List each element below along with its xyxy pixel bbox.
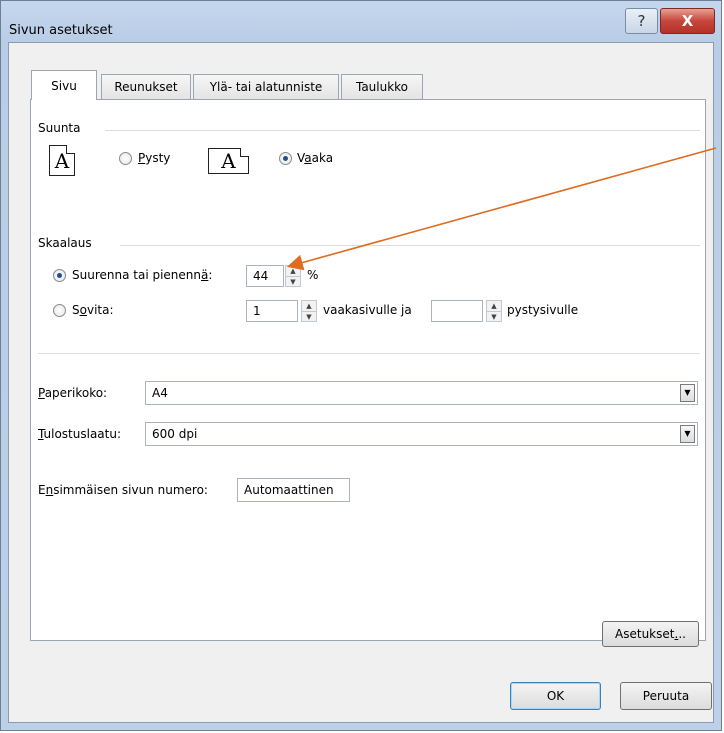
tab-page[interactable]: Sivu <box>31 70 97 100</box>
ok-button[interactable]: OK <box>510 682 601 710</box>
tab-panel-page <box>30 99 706 641</box>
portrait-radio[interactable] <box>119 152 132 165</box>
fit-to-label[interactable]: Sovita: <box>72 303 114 317</box>
orientation-separator <box>105 130 700 131</box>
tab-margins[interactable]: Reunukset <box>101 74 191 99</box>
scaling-separator <box>120 245 700 246</box>
spin-up-icon[interactable]: ▲ <box>286 266 300 277</box>
paper-size-value: A4 <box>152 386 168 400</box>
close-icon: X <box>681 12 694 30</box>
portrait-label[interactable]: Pysty <box>138 151 170 165</box>
landscape-label[interactable]: Vaaka <box>297 151 333 165</box>
spin-down-icon[interactable]: ▼ <box>286 277 300 287</box>
spin-down-icon[interactable]: ▼ <box>487 312 501 322</box>
cancel-button[interactable]: Peruuta <box>620 682 712 710</box>
options-button[interactable]: Asetukset... <box>602 621 699 647</box>
help-icon: ? <box>637 12 646 30</box>
scaling-group-label: Skaalaus <box>38 236 92 250</box>
paper-size-label: Paperikoko: <box>38 386 108 400</box>
print-quality-select[interactable]: 600 dpi ▼ <box>145 422 698 446</box>
dialog-title: Sivun asetukset <box>9 23 113 38</box>
print-quality-label: Tulostuslaatu: <box>38 427 122 441</box>
spin-down-icon[interactable]: ▼ <box>302 312 316 322</box>
landscape-page-icon: A <box>208 148 249 174</box>
fit-to-radio[interactable] <box>53 304 66 317</box>
percent-unit: % <box>307 268 319 282</box>
adjust-to-radio[interactable] <box>53 269 66 282</box>
adjust-to-label[interactable]: Suurenna tai pienennä: <box>72 268 212 282</box>
pages-tall-label: pystysivulle <box>507 303 579 317</box>
paper-size-select[interactable]: A4 ▼ <box>145 381 698 405</box>
landscape-radio[interactable] <box>279 152 292 165</box>
tab-header-footer[interactable]: Ylä- tai alatunniste <box>193 74 339 99</box>
spin-up-icon[interactable]: ▲ <box>487 301 501 312</box>
help-button[interactable]: ? <box>625 8 658 34</box>
adjust-percent-spinner[interactable]: ▲ ▼ <box>285 265 301 287</box>
pages-tall-input[interactable] <box>431 300 483 322</box>
adjust-percent-input[interactable]: 44 <box>246 265 284 287</box>
chevron-down-icon[interactable]: ▼ <box>680 425 695 443</box>
chevron-down-icon[interactable]: ▼ <box>680 384 695 402</box>
portrait-page-icon: A <box>49 145 75 176</box>
pages-wide-input[interactable]: 1 <box>246 300 298 322</box>
pages-tall-spinner[interactable]: ▲ ▼ <box>486 300 502 322</box>
section-separator <box>38 353 700 354</box>
spin-up-icon[interactable]: ▲ <box>302 301 316 312</box>
pages-wide-label: vaakasivulle ja <box>323 303 412 317</box>
orientation-group-label: Suunta <box>38 121 81 135</box>
print-quality-value: 600 dpi <box>152 427 198 441</box>
tab-sheet[interactable]: Taulukko <box>341 74 423 99</box>
first-page-number-label: Ensimmäisen sivun numero: <box>38 483 208 497</box>
close-button[interactable]: X <box>660 8 715 34</box>
pages-wide-spinner[interactable]: ▲ ▼ <box>301 300 317 322</box>
first-page-number-input[interactable]: Automaattinen <box>237 478 350 502</box>
